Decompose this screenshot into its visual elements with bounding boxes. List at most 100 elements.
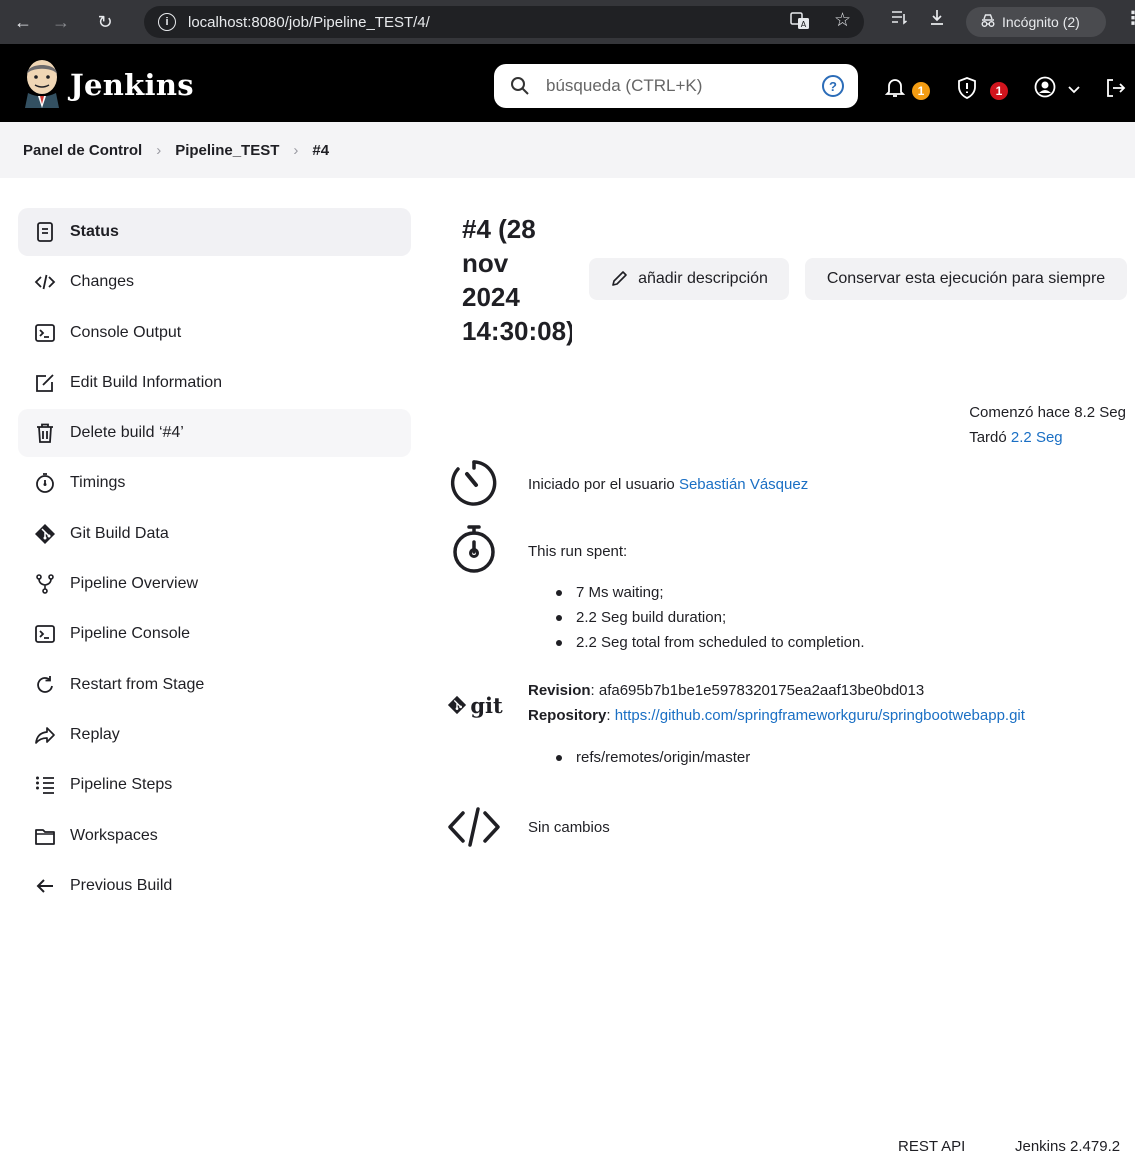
search-input[interactable]	[546, 76, 806, 96]
sidebar-item-label: Pipeline Overview	[70, 575, 199, 593]
replay-arrow-icon	[34, 724, 56, 746]
stopwatch-icon	[34, 472, 56, 494]
security-badge[interactable]: 1	[990, 82, 1008, 100]
git-diamond-icon	[448, 695, 467, 715]
branch-icon	[34, 573, 56, 595]
code-brackets-icon	[34, 271, 56, 293]
sidebar-item-changes[interactable]: Changes	[18, 258, 411, 306]
translate-icon[interactable]: A	[790, 11, 810, 36]
trash-icon	[34, 422, 56, 444]
sidebar-item-label: Previous Build	[70, 876, 173, 894]
git-logo-text: git	[470, 692, 503, 718]
reading-list-icon[interactable]	[890, 8, 908, 31]
browser-toolbar: ← → ↻ i localhost:8080/job/Pipeline_TEST…	[0, 0, 1135, 44]
git-logo-icon	[34, 523, 56, 545]
shield-icon[interactable]	[956, 76, 978, 104]
breadcrumb-separator: ›	[156, 141, 162, 159]
build-timing-info: Comenzó hace 8.2 Seg Tardó 2.2 Seg	[969, 400, 1126, 450]
site-info-icon[interactable]: i	[158, 13, 176, 31]
terminal-icon	[34, 322, 56, 344]
incognito-label: Incógnito (2)	[1002, 14, 1080, 30]
build-duration: Tardó 2.2 Seg	[969, 429, 1063, 446]
brand-name[interactable]: Jenkins	[70, 68, 194, 102]
revision-label: Revision	[528, 682, 591, 699]
jenkins-version-link[interactable]: Jenkins 2.479.2	[1015, 1138, 1120, 1155]
sidebar-item-restart-from-stage[interactable]: Restart from Stage	[18, 661, 411, 709]
chevron-down-icon[interactable]	[1068, 82, 1080, 99]
started-by-icon	[446, 458, 502, 508]
sidebar-item-replay[interactable]: Replay	[18, 711, 411, 759]
sidebar-item-label: Pipeline Console	[70, 625, 191, 643]
revision-hash: : afa695b7b1be1e5978320175ea2aaf13be0bd0…	[590, 682, 925, 699]
sidebar-item-label: Git Build Data	[70, 524, 169, 542]
sidebar-item-workspaces[interactable]: Workspaces	[18, 812, 411, 860]
repository-link[interactable]: https://github.com/springframeworkguru/s…	[615, 707, 1025, 724]
bookmark-star-icon[interactable]: ☆	[834, 9, 851, 32]
sidebar-item-label: Pipeline Steps	[70, 776, 173, 794]
user-avatar-icon[interactable]	[1034, 76, 1056, 102]
notifications-badge[interactable]: 1	[912, 82, 930, 100]
sidebar-item-label: Timings	[70, 474, 126, 492]
incognito-icon	[980, 13, 996, 31]
arrow-left-icon	[34, 875, 56, 897]
redo-arrow-icon	[34, 674, 56, 696]
started-by-text: Iniciado por el usuario Sebastián Vásque…	[528, 476, 809, 493]
svg-text:A: A	[801, 20, 807, 29]
download-icon[interactable]	[928, 8, 946, 31]
sidebar-item-label: Status	[70, 223, 119, 240]
sidebar-item-status[interactable]: Status	[18, 208, 411, 256]
search-icon	[511, 77, 529, 95]
sidebar-item-label: Workspaces	[70, 826, 158, 844]
sidebar-item-git-build-data[interactable]: Git Build Data	[18, 510, 411, 558]
page-title: #4 (28 nov 2024 14:30:08)	[462, 214, 572, 346]
git-logo: git	[444, 680, 506, 730]
forward-arrow-icon[interactable]: →	[44, 5, 78, 39]
changes-code-icon	[446, 802, 502, 852]
terminal-icon	[34, 623, 56, 645]
incognito-badge[interactable]: Incógnito (2)	[966, 7, 1106, 37]
sidebar: Status Changes Console Output Edit Build…	[18, 208, 411, 912]
browser-menu-icon[interactable]: ⋮	[1124, 8, 1135, 29]
help-icon[interactable]: ?	[822, 75, 844, 97]
sidebar-item-label: Console Output	[70, 323, 182, 341]
duration-link[interactable]: 2.2 Seg	[1011, 429, 1063, 446]
reload-icon[interactable]: ↻	[88, 5, 122, 39]
keep-forever-button[interactable]: Conservar esta ejecución para siempre	[805, 258, 1127, 300]
breadcrumb-dashboard[interactable]: Panel de Control	[23, 142, 142, 159]
no-changes-text: Sin cambios	[528, 819, 610, 836]
add-description-button[interactable]: añadir descripción	[589, 258, 789, 300]
sidebar-item-label: Replay	[70, 725, 120, 743]
sidebar-item-edit-build-information[interactable]: Edit Build Information	[18, 359, 411, 407]
rest-api-link[interactable]: REST API	[898, 1138, 965, 1155]
list-item: refs/remotes/origin/master	[554, 745, 750, 770]
address-bar[interactable]: i localhost:8080/job/Pipeline_TEST/4/ A …	[144, 6, 864, 38]
user-link[interactable]: Sebastián Vásquez	[679, 476, 808, 493]
jenkins-logo-icon[interactable]	[20, 58, 64, 108]
run-spent-stopwatch-icon	[446, 524, 502, 574]
keep-forever-label: Conservar esta ejecución para siempre	[826, 270, 1106, 287]
list-item: 7 Ms waiting;	[554, 580, 865, 605]
sidebar-item-pipeline-console[interactable]: Pipeline Console	[18, 610, 411, 658]
sidebar-item-delete-build[interactable]: Delete build ‘#4’	[18, 409, 411, 458]
run-spent-list: 7 Ms waiting; 2.2 Seg build duration; 2.…	[554, 580, 865, 655]
sidebar-item-pipeline-steps[interactable]: Pipeline Steps	[18, 761, 411, 809]
sidebar-item-timings[interactable]: Timings	[18, 459, 411, 507]
sidebar-item-console-output[interactable]: Console Output	[18, 309, 411, 357]
sidebar-item-label: Changes	[70, 273, 135, 291]
folder-icon	[34, 825, 56, 847]
back-arrow-icon[interactable]: ←	[6, 5, 40, 39]
revision-line: Revision: afa695b7b1be1e5978320175ea2aaf…	[528, 678, 924, 703]
list-steps-icon	[34, 774, 56, 796]
sidebar-item-pipeline-overview[interactable]: Pipeline Overview	[18, 560, 411, 608]
repository-line: Repository: https://github.com/springfra…	[528, 707, 1025, 724]
repository-label: Repository	[528, 707, 607, 724]
refs-list: refs/remotes/origin/master	[554, 745, 750, 770]
logout-icon[interactable]	[1104, 77, 1126, 103]
sidebar-item-previous-build[interactable]: Previous Build	[18, 862, 411, 910]
sidebar-item-label: Delete build ‘#4’	[70, 424, 184, 442]
breadcrumb-build[interactable]: #4	[312, 142, 329, 159]
breadcrumb-job[interactable]: Pipeline_TEST	[175, 142, 279, 159]
bell-icon[interactable]	[884, 76, 906, 102]
sidebar-item-label: Edit Build Information	[70, 373, 223, 391]
started-ago: Comenzó hace 8.2 Seg	[969, 404, 1126, 421]
